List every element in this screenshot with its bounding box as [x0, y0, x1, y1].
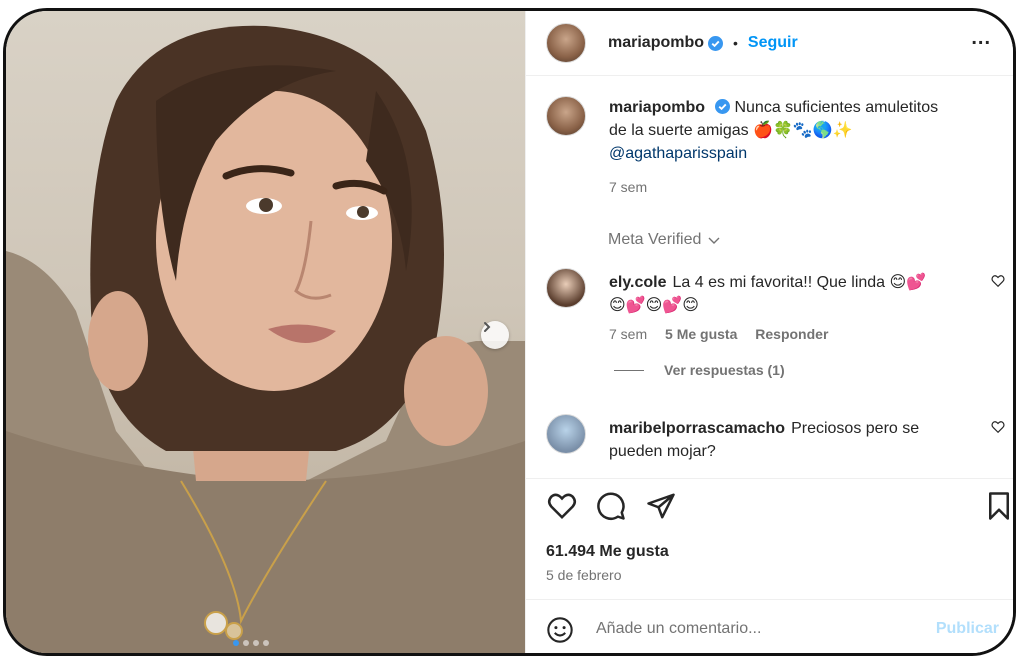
comment-likes[interactable]: 5 Me gusta	[665, 326, 737, 342]
commenter-avatar[interactable]	[546, 414, 586, 454]
header-separator: •	[733, 35, 738, 51]
author-avatar[interactable]	[546, 23, 586, 63]
comment-input[interactable]: Añade un comentario...	[596, 620, 761, 638]
meta-verified[interactable]: Meta Verified	[608, 231, 721, 249]
add-comment-bar: Añade un comentario... Publicar	[526, 599, 1013, 653]
carousel-dots	[233, 640, 269, 646]
comment-meta: 7 sem 5 Me gusta Responder	[609, 326, 828, 342]
verified-badge-icon	[708, 35, 724, 51]
verified-badge-icon	[715, 99, 731, 114]
comment-time: 7 sem	[609, 326, 648, 342]
caption-time: 7 sem	[609, 179, 648, 195]
caption-line-2: de la suerte amigas 🍎🍀🐾🌎✨	[609, 122, 853, 139]
comment-button[interactable]	[596, 491, 626, 526]
portrait-illustration	[6, 25, 525, 653]
bookmark-icon	[989, 492, 1009, 520]
likes-count[interactable]: 61.494 Me gusta	[546, 543, 669, 561]
like-button[interactable]	[546, 491, 578, 526]
heart-icon	[547, 493, 577, 520]
caption-text: mariapombo Nunca suficientes amuletitos …	[609, 96, 957, 165]
carousel-next-button[interactable]	[481, 321, 509, 349]
caption-mention[interactable]: @agathaparisspain	[609, 145, 747, 162]
view-replies-button[interactable]: Ver respuestas (1)	[614, 362, 785, 378]
comment-line-1: Preciosos pero se	[791, 420, 920, 437]
comment-line-2: 😊💕😊💕😊	[609, 297, 699, 314]
commenter-avatar[interactable]	[546, 268, 586, 308]
heart-icon[interactable]	[991, 420, 1005, 434]
caption-username[interactable]: mariapombo	[609, 99, 705, 116]
carousel-dot[interactable]	[253, 640, 259, 646]
more-options-icon[interactable]: ...	[971, 27, 991, 50]
comment-text: maribelporrascamacho Preciosos pero se pu…	[609, 417, 957, 463]
follow-button[interactable]: Seguir	[748, 34, 798, 52]
emoji-icon[interactable]	[546, 616, 574, 644]
heart-icon[interactable]	[991, 274, 1005, 288]
replies-divider	[614, 369, 644, 371]
carousel-dot[interactable]	[263, 640, 269, 646]
comment-icon	[597, 492, 625, 520]
carousel-dot[interactable]	[233, 640, 239, 646]
author-avatar[interactable]	[546, 96, 586, 136]
commenter-username[interactable]: ely.cole	[609, 274, 667, 291]
action-bar: 61.494 Me gusta 5 de febrero	[526, 478, 1013, 583]
commenter-username[interactable]: maribelporrascamacho	[609, 420, 785, 437]
post-panel: mariapombo • Seguir ... mariapombo Nunca…	[525, 11, 1013, 653]
save-button[interactable]	[986, 491, 1012, 526]
post-header: mariapombo • Seguir ...	[526, 11, 1013, 76]
chevron-right-icon	[484, 322, 491, 332]
view-replies-label: Ver respuestas (1)	[664, 362, 785, 378]
share-icon	[647, 493, 675, 519]
chevron-down-icon	[708, 237, 720, 244]
carousel-dot[interactable]	[243, 640, 249, 646]
caption-line-1: Nunca suficientes amuletitos	[734, 99, 939, 116]
post-date: 5 de febrero	[546, 567, 622, 583]
comment-text: ely.cole La 4 es mi favorita!! Que linda …	[609, 271, 957, 317]
reply-button[interactable]: Responder	[755, 326, 828, 342]
comments-list[interactable]: mariapombo Nunca suficientes amuletitos …	[526, 76, 1013, 478]
meta-verified-label: Meta Verified	[608, 231, 702, 248]
post-window: mariapombo • Seguir ... mariapombo Nunca…	[3, 8, 1016, 656]
publish-button[interactable]: Publicar	[936, 620, 999, 638]
action-icons	[546, 491, 1009, 526]
share-button[interactable]	[646, 491, 676, 526]
comment-line-1: La 4 es mi favorita!! Que linda 😊💕	[672, 274, 927, 291]
comment-line-2: pueden mojar?	[609, 443, 716, 460]
author-username[interactable]: mariapombo	[608, 34, 704, 52]
post-photo[interactable]	[6, 11, 525, 653]
